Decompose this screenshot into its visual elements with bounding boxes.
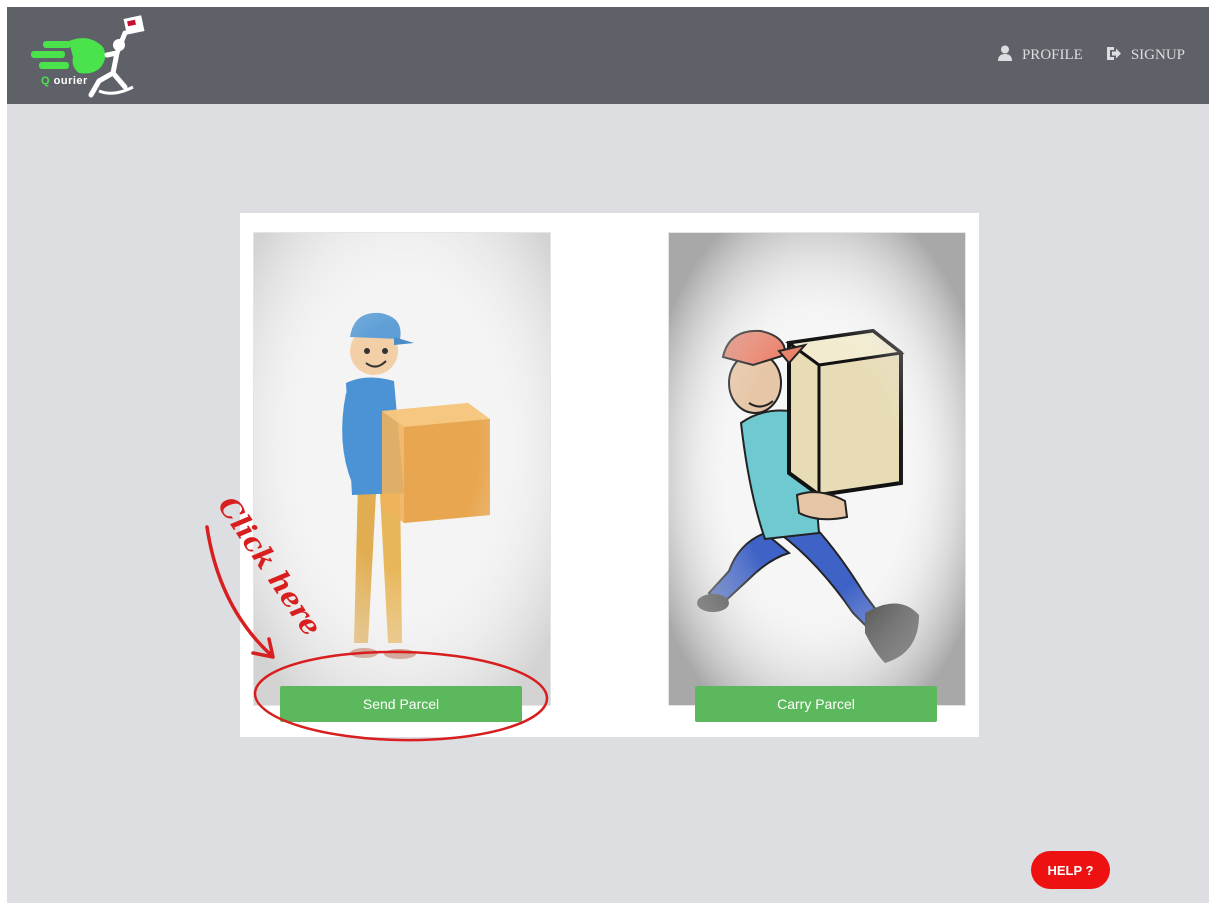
- sign-in-icon: [1105, 46, 1121, 66]
- user-icon: [997, 45, 1012, 66]
- profile-label: PROFILE: [1021, 47, 1083, 63]
- person-holding-box-illustration: [254, 233, 550, 705]
- nav-links: PROFILE SIGNUP: [997, 45, 1185, 66]
- top-navbar: Q ourier PROFILE SIGNUP: [7, 7, 1209, 104]
- send-parcel-button[interactable]: Send Parcel: [280, 686, 522, 722]
- app-frame: Q ourier PROFILE SIGNUP Send Parcel Carr…: [7, 7, 1209, 903]
- profile-link[interactable]: PROFILE: [997, 45, 1083, 66]
- send-parcel-panel[interactable]: [253, 232, 551, 706]
- signup-link[interactable]: SIGNUP: [1105, 46, 1185, 66]
- signup-label: SIGNUP: [1130, 47, 1185, 63]
- carry-parcel-button[interactable]: Carry Parcel: [695, 686, 937, 722]
- options-card: Send Parcel Carry Parcel: [240, 213, 979, 737]
- help-button[interactable]: HELP ?: [1031, 851, 1110, 889]
- qourier-logo[interactable]: Q ourier: [29, 11, 147, 99]
- carry-parcel-panel[interactable]: [668, 232, 966, 706]
- running-courier-carrying-box-illustration: [669, 233, 965, 705]
- logo-text: Q ourier: [41, 75, 88, 87]
